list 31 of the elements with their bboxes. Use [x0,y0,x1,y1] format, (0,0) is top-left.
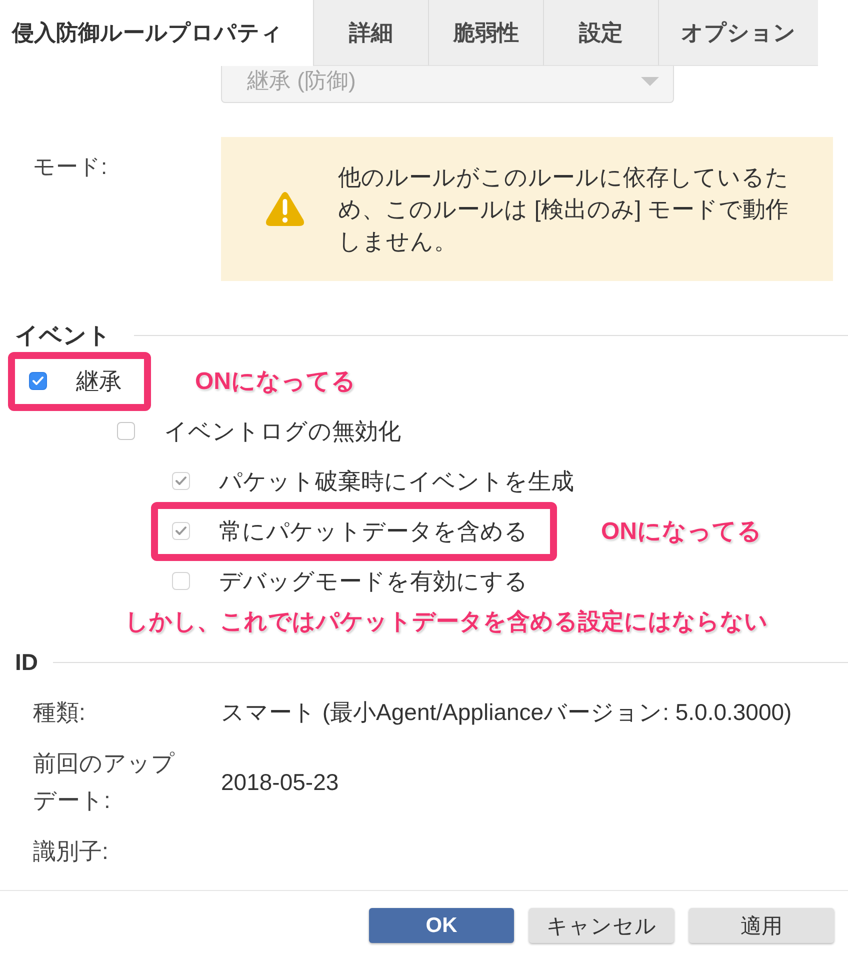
checkbox-label: パケット破棄時にイベントを生成 [219,466,574,496]
checkbox-label: 常にパケットデータを含める [219,516,528,546]
warning-message: 他のルールがこのルールに依存しているため、このルールは [検出のみ] モードで動作しません。 [338,163,790,256]
checkbox[interactable] [117,422,135,440]
field-label: 識別子: [33,837,110,866]
caret-icon [641,76,659,86]
section-title: ID [15,648,38,676]
checkbox[interactable] [29,372,47,390]
annotation-note: ONになってる [195,367,356,397]
warning-icon [265,191,305,227]
check-icon [175,526,187,536]
tab[interactable]: オプション [658,0,818,66]
annotation-note: ONになってる [601,517,762,547]
dialog-button[interactable]: キャンセル [529,908,674,943]
field-value: スマート (最小Agent/Applianceバージョン: 5.0.0.3000) [221,698,793,727]
ok-button[interactable]: OK [369,908,514,943]
field-value: 2018-05-23 [221,768,340,796]
check-icon [32,376,44,386]
field-label: モード: [33,153,108,181]
checkbox-label: デバッグモードを有効にする [219,566,528,596]
dialog-button[interactable]: 適用 [689,908,834,943]
annotation-note: しかし、これではパケットデータを含める設定にはならない [125,607,768,635]
tab[interactable]: 設定 [543,0,658,66]
tab[interactable]: 脆弱性 [428,0,543,66]
field-label: 前回のアップデート: [33,749,176,815]
section-title: イベント [15,320,111,350]
checkbox-label: 継承 [76,366,122,396]
check-icon [175,476,187,486]
tab[interactable]: 詳細 [313,0,428,66]
field-label: 種類: [33,698,86,727]
checkbox-label: イベントログの無効化 [164,416,401,446]
